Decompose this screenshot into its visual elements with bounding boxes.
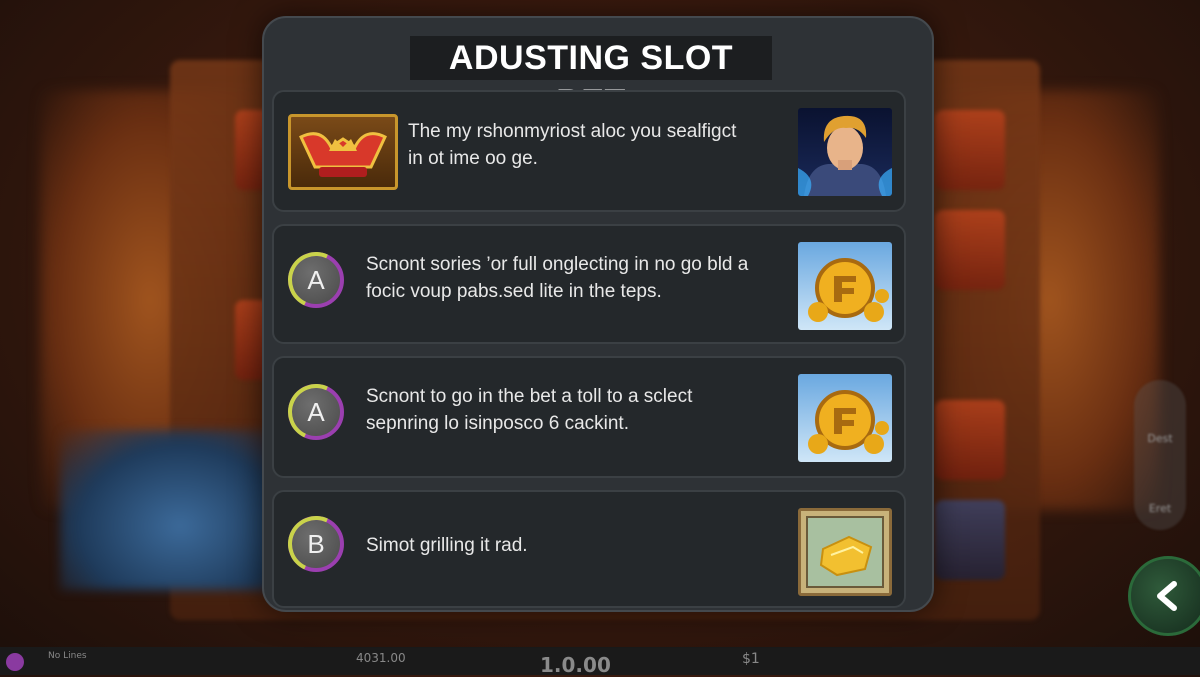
reel-symbol: [935, 110, 1005, 190]
side-button-top-label[interactable]: Dest: [1134, 432, 1186, 445]
gold-coin-image: [798, 374, 892, 462]
menu-icon[interactable]: [6, 653, 24, 671]
row-text-line2: sepnring lo isinposco 6 cackint.: [366, 413, 629, 434]
row-text-line1: The my rshonmyriost aloc you sealfigct: [408, 121, 737, 142]
modal-title: ADUSTING SLOT BET: [410, 36, 772, 121]
win-value: $1: [742, 651, 760, 667]
gold-bar-frame-image: [798, 508, 892, 596]
row-text-line1: Scnont sories ’or full onglecting in no …: [366, 254, 749, 275]
badge-a: A: [288, 384, 344, 440]
row-text-line2: focic voup pabs.sed lite in the teps.: [366, 281, 662, 302]
info-row[interactable]: A Scnont to go in the bet a toll to a sc…: [272, 356, 906, 478]
badge-a: A: [288, 252, 344, 308]
info-row[interactable]: A Scnont sories ’or full onglecting in n…: [272, 224, 906, 344]
bet-value: 1.0.00: [540, 653, 611, 677]
row-text-line1: Scnont to go in the bet a toll to a scle…: [366, 386, 693, 407]
reel-symbol: [935, 500, 1005, 580]
crown-icon: [288, 114, 398, 190]
hero-portrait-image: [798, 108, 892, 196]
info-row[interactable]: The my rshonmyriost aloc you sealfigct i…: [272, 90, 906, 212]
chevron-left-icon: [1157, 581, 1177, 611]
reel-symbol: [935, 400, 1005, 480]
balance-value: 4031.00: [356, 651, 406, 665]
side-button-panel: Dest Eret: [1134, 380, 1186, 530]
reel-symbol: [935, 210, 1005, 290]
badge-b: B: [288, 516, 344, 572]
gold-coin-image: [798, 242, 892, 330]
row-text-line1: Simot grilling it rad.: [366, 535, 528, 556]
info-row[interactable]: B Simot grilling it rad.: [272, 490, 906, 608]
lines-label: No Lines: [48, 651, 87, 661]
share-button[interactable]: [1128, 556, 1200, 636]
side-button-bottom-label[interactable]: Eret: [1134, 502, 1186, 515]
row-text-line2: in ot ime oo ge.: [408, 148, 538, 169]
bottom-status-bar: No Lines 4031.00 1.0.00 $1: [0, 647, 1200, 677]
